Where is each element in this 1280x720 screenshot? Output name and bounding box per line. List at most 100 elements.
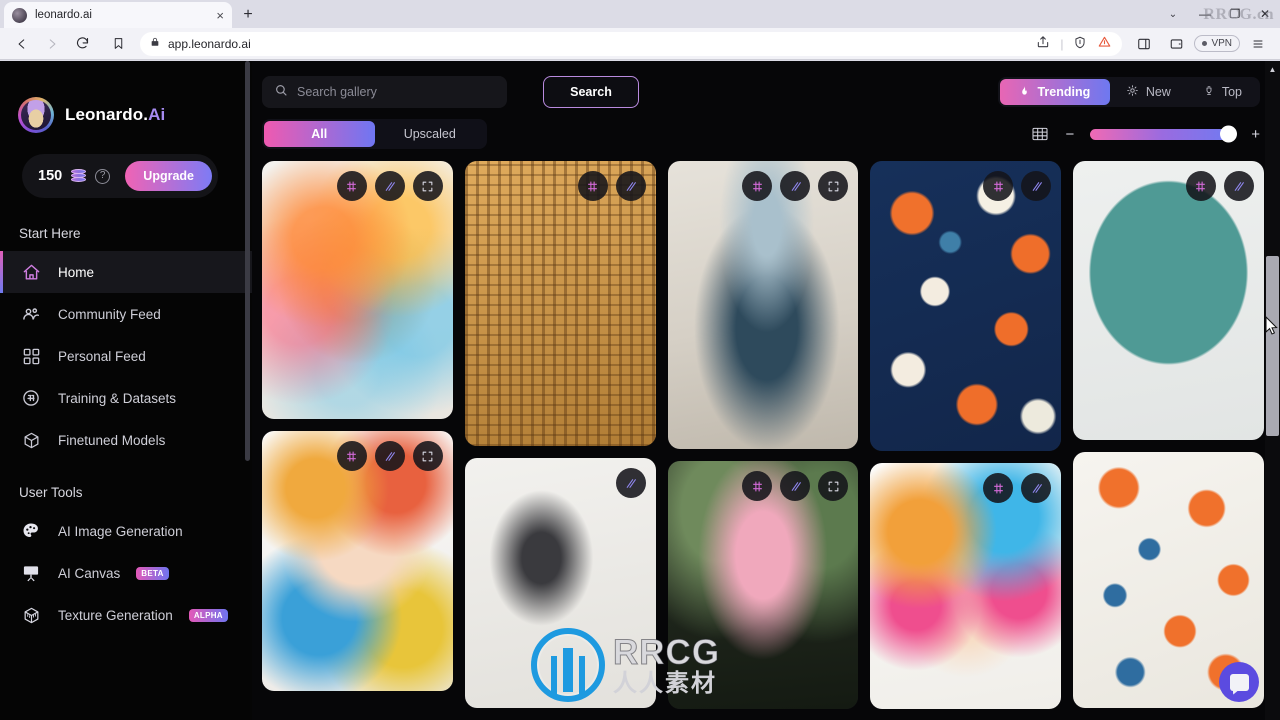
new-tab-button[interactable]: + xyxy=(234,2,262,28)
texture-cube-icon xyxy=(20,604,42,626)
intercom-chat-button[interactable] xyxy=(1219,662,1259,702)
sidebar-item-texture-generation[interactable]: Texture Generation ALPHA xyxy=(0,594,252,636)
variation-icon[interactable] xyxy=(983,171,1014,201)
grid-density-icon[interactable] xyxy=(1031,127,1049,141)
card-actions xyxy=(615,468,646,498)
expand-icon[interactable] xyxy=(412,171,443,201)
gallery-card-orange-floral-pattern-dark[interactable] xyxy=(870,161,1062,451)
search-field-wrapper[interactable] xyxy=(262,76,507,108)
gallery-grid xyxy=(262,161,1264,720)
remix-icon[interactable] xyxy=(374,441,405,471)
zoom-out-button[interactable]: − xyxy=(1065,127,1074,142)
remix-icon[interactable] xyxy=(374,171,405,201)
search-icon xyxy=(274,83,288,102)
scroll-up-arrow-icon[interactable]: ▲ xyxy=(1265,61,1280,77)
trophy-icon xyxy=(1203,84,1215,100)
remix-icon[interactable] xyxy=(615,468,646,498)
remix-icon[interactable] xyxy=(780,171,811,201)
share-icon[interactable] xyxy=(1036,35,1050,52)
brave-shield-icon[interactable] xyxy=(1073,35,1087,53)
remix-icon[interactable] xyxy=(1021,171,1052,201)
gallery-card-pink-haired-fantasy-portrait[interactable] xyxy=(667,461,859,709)
reload-icon[interactable] xyxy=(68,31,96,57)
gallery-card-blue-haired-female-warrior[interactable] xyxy=(667,161,859,449)
variation-icon[interactable] xyxy=(577,171,608,201)
gallery-card-colorful-girl-with-glasses[interactable] xyxy=(262,431,453,691)
back-icon[interactable] xyxy=(8,31,36,57)
expand-icon[interactable] xyxy=(818,171,849,201)
address-bar[interactable]: app.leonardo.ai | xyxy=(140,31,1123,56)
minimize-button[interactable]: — xyxy=(1190,0,1220,28)
variation-icon[interactable] xyxy=(336,171,367,201)
search-input[interactable] xyxy=(297,85,495,99)
sidebar-item-personal-feed[interactable]: Personal Feed xyxy=(0,335,252,377)
brave-leo-icon[interactable] xyxy=(1097,35,1112,52)
chevron-down-icon[interactable]: ⌄ xyxy=(1156,9,1190,20)
filter-top[interactable]: Top xyxy=(1187,79,1258,105)
badge-beta: BETA xyxy=(136,566,169,580)
sidebar-section-user-tools: User Tools xyxy=(19,485,83,500)
vpn-label: VPN xyxy=(1211,38,1232,49)
upgrade-button[interactable]: Upgrade xyxy=(125,161,212,191)
forward-icon[interactable] xyxy=(38,31,66,57)
leonardo-logo-icon xyxy=(18,97,54,133)
zoom-in-button[interactable]: + xyxy=(1251,127,1260,142)
brand[interactable]: Leonardo.Ai xyxy=(0,75,252,133)
sidebar-section-start-here: Start Here xyxy=(19,226,81,241)
vpn-status-dot xyxy=(1202,41,1208,46)
zoom-slider-knob[interactable] xyxy=(1220,125,1238,143)
brave-wallet-icon[interactable] xyxy=(1162,31,1190,57)
gallery-card-koala-riding-bicycle[interactable] xyxy=(1073,161,1264,440)
bookmark-icon[interactable] xyxy=(104,31,132,57)
sidebar-item-ai-canvas[interactable]: AI Canvas BETA xyxy=(0,552,252,594)
expand-icon[interactable] xyxy=(412,441,443,471)
gallery-card-egyptian-hieroglyph-papyrus[interactable] xyxy=(464,161,656,446)
lock-icon xyxy=(150,36,160,51)
filter-new[interactable]: New xyxy=(1110,79,1187,105)
help-circle-icon[interactable]: ? xyxy=(95,168,111,184)
remix-icon[interactable] xyxy=(1223,171,1254,201)
tab-upscaled[interactable]: Upscaled xyxy=(375,121,486,147)
hamburger-menu-icon[interactable] xyxy=(1244,31,1272,57)
gallery-card-watercolor-lion-with-sunglasses[interactable] xyxy=(262,161,453,419)
navigation-bar: app.leonardo.ai | VPN xyxy=(0,28,1280,60)
remix-icon[interactable] xyxy=(1021,473,1052,503)
sidebar-toggle-icon[interactable] xyxy=(1130,31,1158,57)
intercom-chat-icon xyxy=(1229,673,1249,691)
search-button[interactable]: Search xyxy=(543,76,639,108)
gallery-column xyxy=(464,161,656,720)
gallery-column xyxy=(870,161,1062,720)
vpn-button[interactable]: VPN xyxy=(1194,35,1240,52)
main-scrollbar-thumb[interactable] xyxy=(1266,256,1279,436)
remix-icon[interactable] xyxy=(780,471,811,501)
browser-tab[interactable]: leonardo.ai × xyxy=(4,2,232,28)
close-icon[interactable]: × xyxy=(216,9,224,22)
card-actions xyxy=(983,473,1052,503)
variation-icon[interactable] xyxy=(336,441,367,471)
sidebar-item-home[interactable]: Home xyxy=(0,251,252,293)
zoom-slider[interactable] xyxy=(1090,125,1238,143)
tab-all[interactable]: All xyxy=(264,121,375,147)
expand-icon[interactable] xyxy=(818,471,849,501)
gallery-card-character-sheet-dark-warrior[interactable] xyxy=(464,458,656,708)
maximize-button[interactable]: ❐ xyxy=(1220,0,1250,28)
variation-icon[interactable] xyxy=(1185,171,1216,201)
remix-icon[interactable] xyxy=(615,171,646,201)
sidebar: Leonardo.Ai 150 ? Upgrade Start Here Hom… xyxy=(0,61,252,720)
variation-icon[interactable] xyxy=(742,171,773,201)
browser-window: leonardo.ai × + ⌄ — ❐ ✕ RRCG.cn app.leon… xyxy=(0,0,1280,720)
sidebar-scrollbar[interactable] xyxy=(245,61,250,461)
filter-trending[interactable]: Trending xyxy=(999,79,1110,105)
variation-icon[interactable] xyxy=(742,471,773,501)
sidebar-item-training-datasets[interactable]: Training & Datasets xyxy=(0,377,252,419)
sparkle-icon xyxy=(1126,84,1139,100)
badge-alpha: ALPHA xyxy=(188,608,228,622)
gallery-column xyxy=(262,161,453,720)
sidebar-item-community-feed[interactable]: Community Feed xyxy=(0,293,252,335)
window-close-button[interactable]: ✕ xyxy=(1250,0,1280,28)
sidebar-item-finetuned-models[interactable]: Finetuned Models xyxy=(0,419,252,461)
gallery-type-tabs: All Upscaled xyxy=(262,119,487,149)
variation-icon[interactable] xyxy=(983,473,1014,503)
gallery-card-rainbow-hair-doll-portrait[interactable] xyxy=(870,463,1062,709)
sidebar-item-ai-image-generation[interactable]: AI Image Generation xyxy=(0,510,252,552)
